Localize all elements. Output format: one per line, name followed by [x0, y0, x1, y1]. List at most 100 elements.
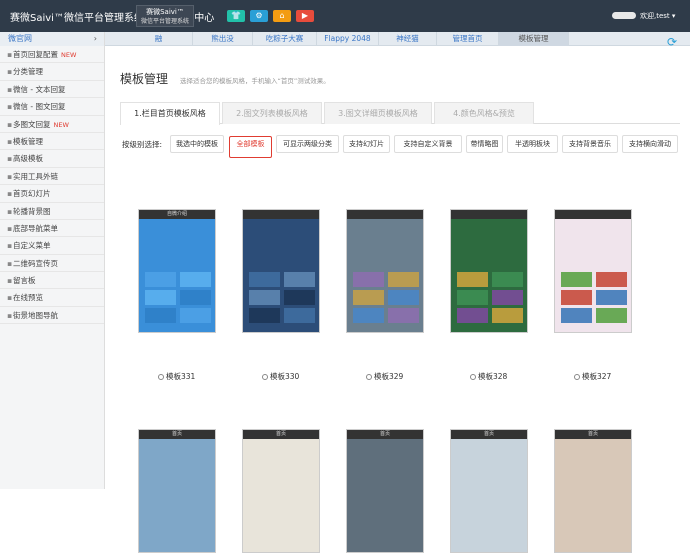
preview-tile	[388, 308, 419, 323]
filter-button[interactable]: 支持幻灯片	[343, 135, 390, 153]
preview-tile	[596, 272, 627, 287]
refresh-icon[interactable]: ⟳	[667, 35, 677, 49]
preview-tile	[353, 272, 384, 287]
subtab-list-style[interactable]: 2.图文列表模板风格	[222, 102, 322, 124]
subtab-detail-style[interactable]: 3.图文详细页模板风格	[324, 102, 432, 124]
preview-tile	[180, 290, 211, 305]
preview-tile	[145, 308, 176, 323]
sidebar-item[interactable]: ▪模板管理	[0, 133, 104, 151]
preview-tile	[561, 290, 592, 305]
preview-title-bar: 自微介绍	[139, 210, 215, 219]
preview-tile	[388, 290, 419, 305]
template-radio[interactable]: 模板327	[574, 371, 611, 382]
preview-tile	[353, 290, 384, 305]
sidebar-item[interactable]: ▪在线预览	[0, 289, 104, 307]
radio-icon[interactable]	[262, 374, 268, 380]
preview-tile	[249, 290, 280, 305]
template-preview[interactable]	[450, 209, 528, 333]
preview-tile	[492, 272, 523, 287]
template-radio[interactable]: 模板328	[470, 371, 507, 382]
sidebar-item[interactable]: ▪留言板	[0, 272, 104, 290]
template-preview[interactable]: 首页	[346, 429, 424, 553]
preview-title-bar: 首页	[243, 430, 319, 439]
preview-title-bar: 首页	[347, 430, 423, 439]
tab-5[interactable]: 神经猫	[379, 32, 437, 46]
preview-tile	[180, 308, 211, 323]
filter-button[interactable]: 支持背景音乐	[562, 135, 618, 153]
shirt-icon[interactable]: 👕	[227, 10, 245, 22]
preview-title-bar	[555, 210, 631, 219]
filter-button[interactable]: 全部模板	[229, 136, 272, 158]
template-radio[interactable]: 模板330	[262, 371, 299, 382]
preview-tile	[249, 308, 280, 323]
template-radio[interactable]: 模板331	[158, 371, 195, 382]
preview-tile	[284, 308, 315, 323]
sidebar-item[interactable]: ▪多图文回复 NEW	[0, 116, 104, 133]
preview-tile	[561, 272, 592, 287]
template-preview[interactable]: 首页	[450, 429, 528, 553]
filter-button[interactable]: 支持横向滑动	[622, 135, 678, 153]
subtab-home-style[interactable]: 1.栏目首页模板风格	[120, 102, 220, 125]
template-preview[interactable]	[554, 209, 632, 333]
toggle-switch[interactable]	[612, 12, 636, 19]
preview-tile	[457, 272, 488, 287]
subtab-color-style[interactable]: 4.颜色风格&预览	[434, 102, 534, 124]
preview-tile	[284, 290, 315, 305]
home-icon[interactable]: ⌂	[273, 10, 291, 22]
tab-6[interactable]: 管理首页	[437, 32, 499, 46]
radio-icon[interactable]	[158, 374, 164, 380]
preview-tile	[353, 308, 384, 323]
new-badge: NEW	[53, 120, 69, 129]
sidebar-header[interactable]: 微官网 ›	[0, 32, 104, 46]
sidebar-item[interactable]: ▪分类管理	[0, 63, 104, 81]
radio-icon[interactable]	[366, 374, 372, 380]
template-preview[interactable]: 自微介绍	[138, 209, 216, 333]
sidebar-item[interactable]: ▪街景地图导航	[0, 307, 104, 325]
template-preview[interactable]: 首页	[554, 429, 632, 553]
top-bar: 赛微Saivi™微信平台管理系统V∗∗∗∗理中心 赛微Saivi™ 微信平台管理…	[0, 0, 690, 32]
template-preview[interactable]: 首页	[138, 429, 216, 553]
tab-1[interactable]: 融	[125, 32, 193, 46]
preview-tile	[492, 308, 523, 323]
play-icon[interactable]: ▶	[296, 10, 314, 22]
preview-tile	[457, 308, 488, 323]
tab-4[interactable]: Flappy 2048	[317, 32, 379, 46]
tab-2[interactable]: 熊出没	[193, 32, 253, 46]
filter-button[interactable]: 带情略图	[466, 135, 503, 153]
preview-tile	[457, 290, 488, 305]
radio-icon[interactable]	[470, 374, 476, 380]
filter-button[interactable]: 半透明板块	[507, 135, 558, 153]
sidebar-item[interactable]: ▪实用工具外链	[0, 168, 104, 186]
template-preview[interactable]	[242, 209, 320, 333]
sidebar-item[interactable]: ▪首页回复配置 NEW	[0, 46, 104, 64]
logo: 赛微Saivi™ 微信平台管理系统	[136, 5, 194, 27]
sidebar-item[interactable]: ▪二维码宣传页	[0, 255, 104, 273]
tab-3[interactable]: 吃粽子大赛	[253, 32, 317, 46]
filter-button[interactable]: 我选中的模板	[170, 135, 224, 153]
sidebar-item[interactable]: ▪底部导航菜单	[0, 220, 104, 238]
sidebar: 微官网 › ▪首页回复配置 NEW ▪分类管理 ▪微信 - 文本回复 ▪微信 - 图文回复…	[0, 32, 105, 489]
preview-tile	[249, 272, 280, 287]
sidebar-item[interactable]: ▪微信 - 文本回复	[0, 81, 104, 99]
sidebar-item[interactable]: ▪微信 - 图文回复	[0, 98, 104, 116]
gear-icon[interactable]: ⚙	[250, 10, 268, 22]
preview-tile	[145, 272, 176, 287]
preview-tile	[596, 308, 627, 323]
tab-template-manage[interactable]: 模板管理	[499, 32, 569, 46]
page-title: 模板管理	[120, 72, 169, 86]
filter-button[interactable]: 支持自定义背景	[394, 135, 462, 153]
sidebar-item[interactable]: ▪高级模板	[0, 150, 104, 168]
filter-button[interactable]: 可显示两级分类	[276, 135, 339, 153]
template-preview[interactable]: 首页	[242, 429, 320, 553]
preview-title-bar: 首页	[451, 430, 527, 439]
sidebar-item[interactable]: ▪首页幻灯片	[0, 185, 104, 203]
preview-tile	[492, 290, 523, 305]
user-menu[interactable]: 欢迎,test ▾	[640, 11, 675, 21]
sidebar-item[interactable]: ▪自定义菜单	[0, 237, 104, 255]
template-preview[interactable]	[346, 209, 424, 333]
sidebar-item[interactable]: ▪轮播背景图	[0, 203, 104, 220]
radio-icon[interactable]	[574, 374, 580, 380]
tab-strip: 融 熊出没 吃粽子大赛 Flappy 2048 神经猫 管理首页 模板管理	[105, 32, 690, 46]
template-radio[interactable]: 模板329	[366, 371, 403, 382]
preview-title-bar: 首页	[139, 430, 215, 439]
